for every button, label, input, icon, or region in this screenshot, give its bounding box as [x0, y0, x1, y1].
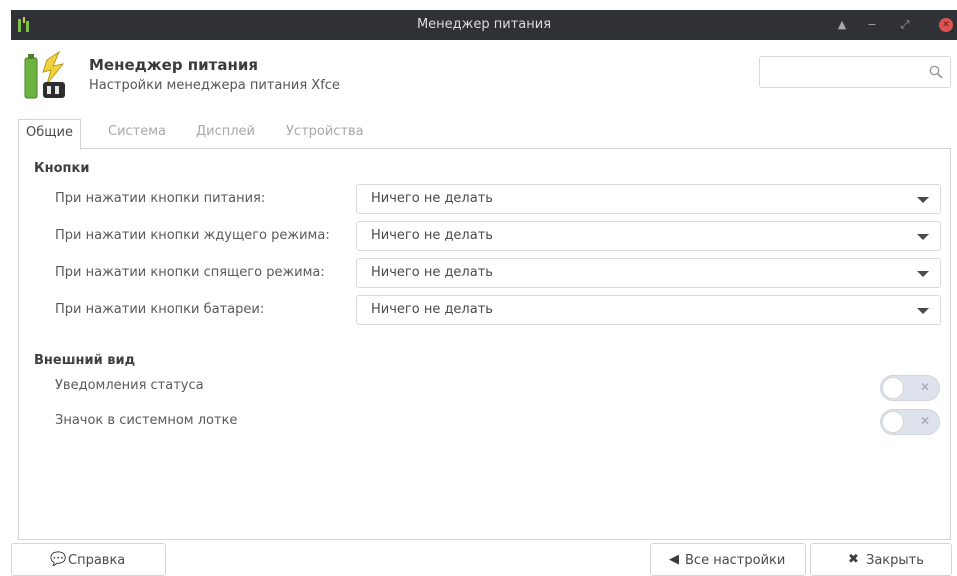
buttons-section-title: Кнопки: [34, 161, 90, 176]
close-button-label: Закрыть: [866, 553, 924, 568]
toggle-knob: [882, 411, 904, 433]
toggle-off-icon: ✕: [919, 414, 930, 428]
tab-devices[interactable]: Устройства: [282, 119, 368, 148]
maximize-icon[interactable]: ⤢: [897, 17, 913, 33]
window-titlebar: Менеджер питания ▲ − ⤢ ✕: [11, 10, 957, 40]
status-notifications-toggle[interactable]: ✕: [880, 375, 940, 401]
hibernate-button-label: При нажатии кнопки спящего режима:: [55, 265, 325, 280]
close-button[interactable]: ✖ Закрыть: [810, 543, 952, 576]
dropdown-arrow-icon: [917, 197, 929, 203]
window-title: Менеджер питания: [416, 17, 552, 32]
power-manager-app-icon: [24, 50, 65, 99]
tab-system[interactable]: Система: [104, 119, 170, 148]
dialog-subtitle: Настройки менеджера питания Xfce: [89, 78, 340, 93]
tab-general[interactable]: Общие: [18, 119, 81, 150]
dialog-title: Менеджер питания: [89, 56, 259, 74]
tab-display[interactable]: Дисплей: [192, 119, 259, 148]
power-button-select[interactable]: Ничего не делать: [356, 184, 941, 214]
toggle-knob: [882, 377, 904, 399]
back-arrow-icon: ◀: [669, 552, 679, 567]
power-button-value: Ничего не делать: [371, 191, 493, 206]
dropdown-arrow-icon: [917, 234, 929, 240]
dropdown-arrow-icon: [917, 308, 929, 314]
hibernate-button-select[interactable]: Ничего не делать: [356, 258, 941, 288]
battery-button-label: При нажатии кнопки батареи:: [55, 302, 265, 317]
close-x-icon: ✖: [848, 552, 859, 567]
sleep-button-label: При нажатии кнопки ждущего режима:: [55, 228, 330, 243]
appearance-section-title: Внешний вид: [34, 353, 136, 368]
help-button-label: Справка: [68, 553, 126, 568]
dropdown-arrow-icon: [917, 271, 929, 277]
toggle-off-icon: ✕: [919, 380, 930, 394]
sleep-button-value: Ничего не делать: [371, 228, 493, 243]
all-settings-button[interactable]: ◀ Все настройки: [650, 543, 806, 576]
search-input[interactable]: [759, 56, 951, 88]
help-button[interactable]: 💬 Справка: [11, 543, 166, 576]
shade-icon[interactable]: ▲: [834, 17, 850, 33]
close-window-icon[interactable]: ✕: [939, 18, 953, 32]
search-icon: [929, 65, 943, 79]
status-notifications-label: Уведомления статуса: [55, 378, 204, 393]
dialog-header: Менеджер питания Настройки менеджера пит…: [11, 40, 957, 112]
power-button-label: При нажатии кнопки питания:: [55, 191, 266, 206]
minimize-icon[interactable]: −: [864, 17, 880, 33]
battery-button-value: Ничего не делать: [371, 302, 493, 317]
help-speech-bubble-icon: 💬: [50, 552, 67, 567]
battery-button-select[interactable]: Ничего не делать: [356, 295, 941, 325]
tray-icon-label: Значок в системном лотке: [55, 413, 238, 428]
tray-icon-toggle[interactable]: ✕: [880, 409, 940, 435]
sleep-button-select[interactable]: Ничего не делать: [356, 221, 941, 251]
hibernate-button-value: Ничего не делать: [371, 265, 493, 280]
all-settings-button-label: Все настройки: [685, 553, 786, 568]
dialog-button-bar: 💬 Справка ◀ Все настройки ✖ Закрыть: [0, 543, 957, 576]
